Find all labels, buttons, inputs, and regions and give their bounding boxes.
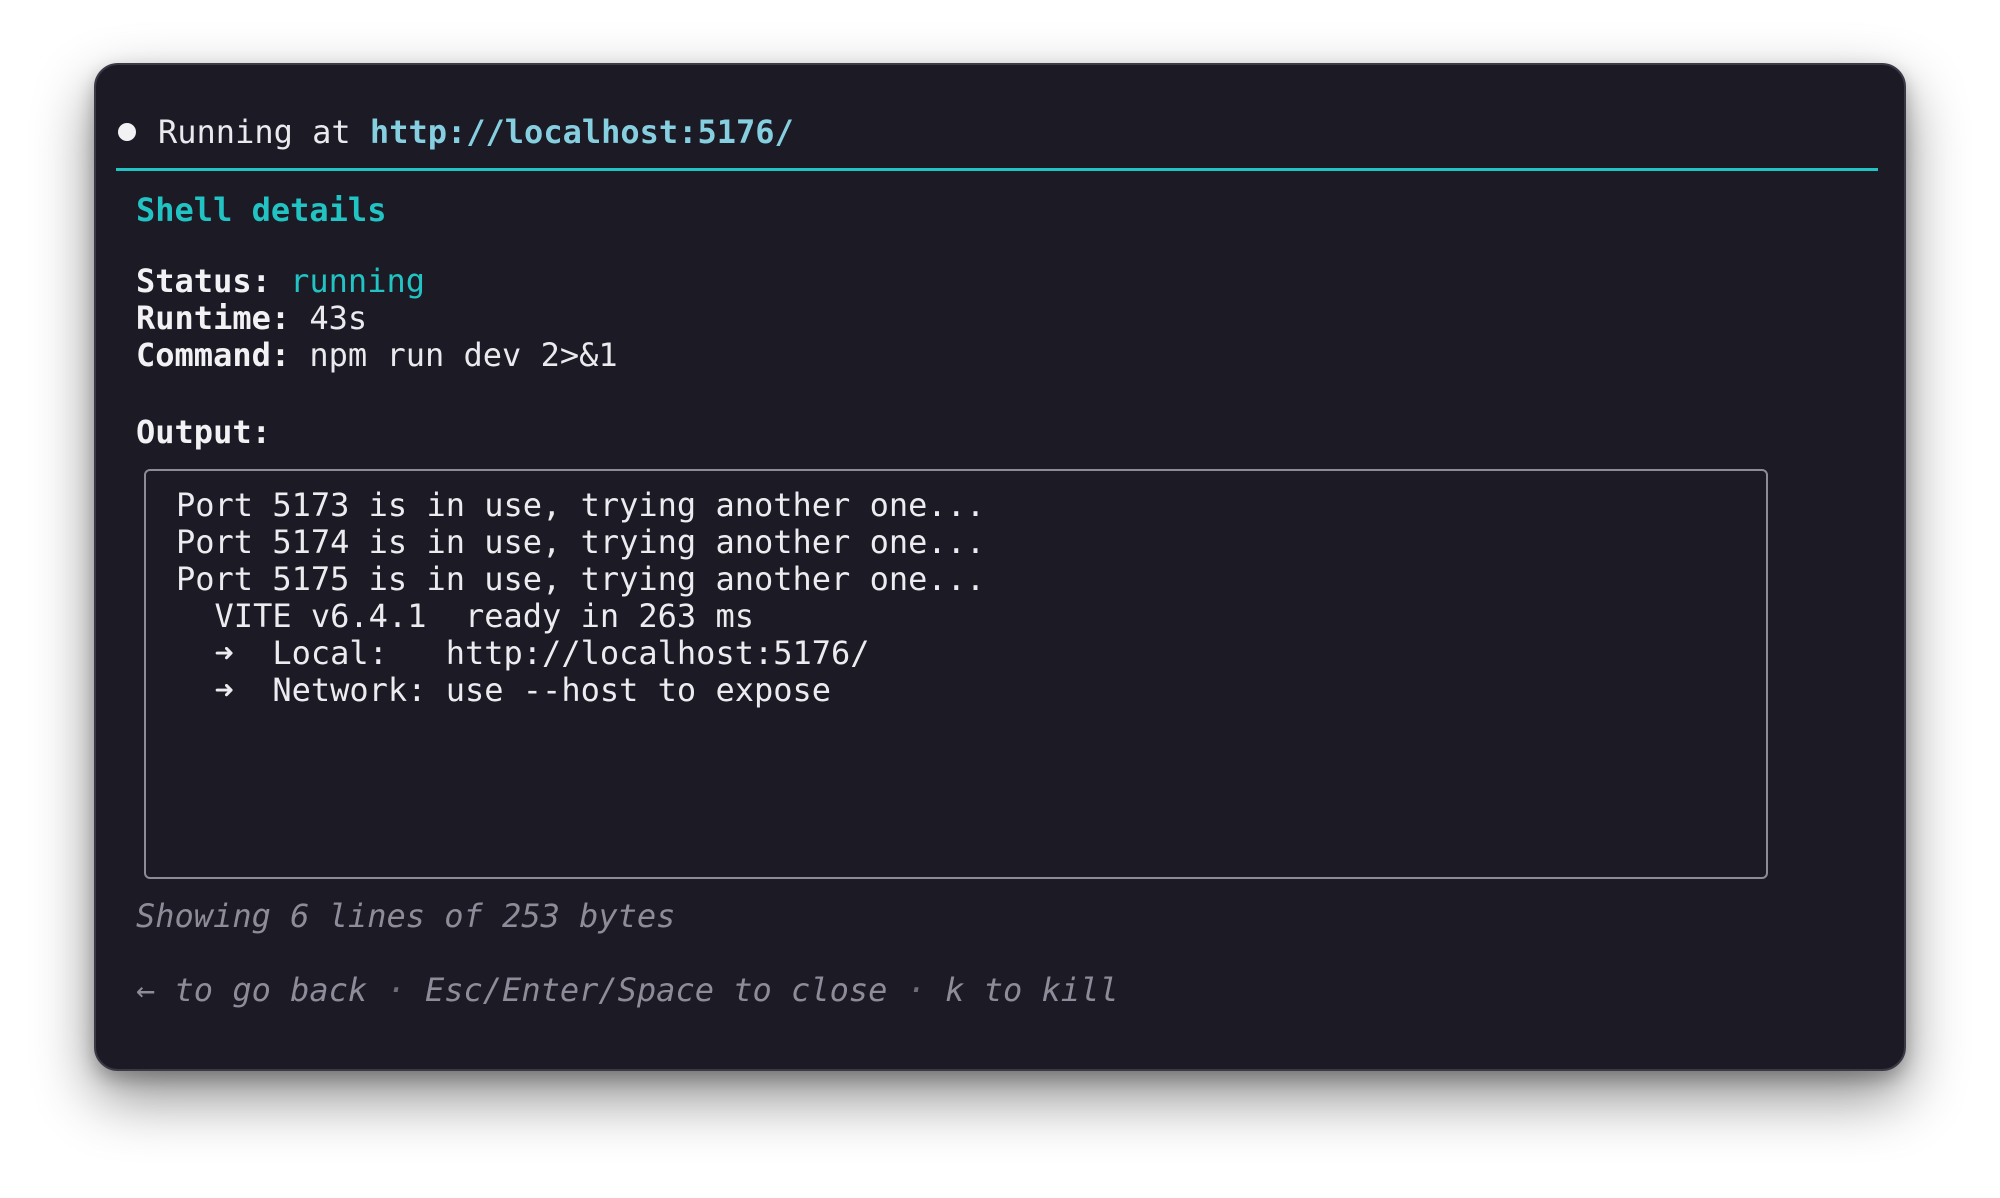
output-panel[interactable]: Port 5173 is in use, trying another one.… — [144, 469, 1768, 879]
hint-separator: · — [367, 971, 425, 1009]
output-label: Output: — [136, 413, 271, 451]
hint-close: Esc/Enter/Space to close — [424, 971, 888, 1009]
output-line: Port 5173 is in use, trying another one.… — [176, 486, 986, 524]
server-url-link[interactable]: http://localhost:5176/ — [370, 113, 794, 151]
command-row: Command: npm run dev 2>&1 — [136, 337, 618, 374]
status-dot-icon — [118, 122, 136, 141]
command-label: Command: — [136, 336, 291, 374]
output-line: Port 5174 is in use, trying another one.… — [176, 523, 986, 561]
status-value: running — [290, 262, 425, 300]
hint-kill: k to kill — [945, 971, 1119, 1009]
runtime-value: 43s — [309, 299, 368, 337]
details-list: Status: running Runtime: 43s Command: np… — [136, 263, 618, 374]
runtime-row: Runtime: 43s — [136, 300, 618, 337]
output-line: ➜ Network: use --host to expose — [176, 671, 832, 709]
header-prefix: Running at — [158, 112, 370, 151]
output-line: VITE v6.4.1 ready in 263 ms — [176, 597, 754, 635]
keyboard-hints: ← to go back · Esc/Enter/Space to close … — [136, 971, 1119, 1009]
output-line: ➜ Local: http://localhost:5176/ — [176, 634, 870, 672]
output-line: Port 5175 is in use, trying another one.… — [176, 560, 986, 598]
header-bar: Running at http://localhost:5176/ — [116, 109, 1878, 171]
runtime-label: Runtime: — [136, 299, 291, 337]
output-summary: Showing 6 lines of 253 bytes — [136, 897, 676, 935]
shell-details-window: Running at http://localhost:5176/ Shell … — [94, 63, 1906, 1071]
status-row: Status: running — [136, 263, 618, 300]
command-value: npm run dev 2>&1 — [309, 336, 618, 374]
status-label: Status: — [136, 262, 271, 300]
section-title: Shell details — [136, 191, 387, 229]
hint-go-back: ← to go back — [136, 971, 368, 1009]
hint-separator: · — [887, 971, 946, 1009]
